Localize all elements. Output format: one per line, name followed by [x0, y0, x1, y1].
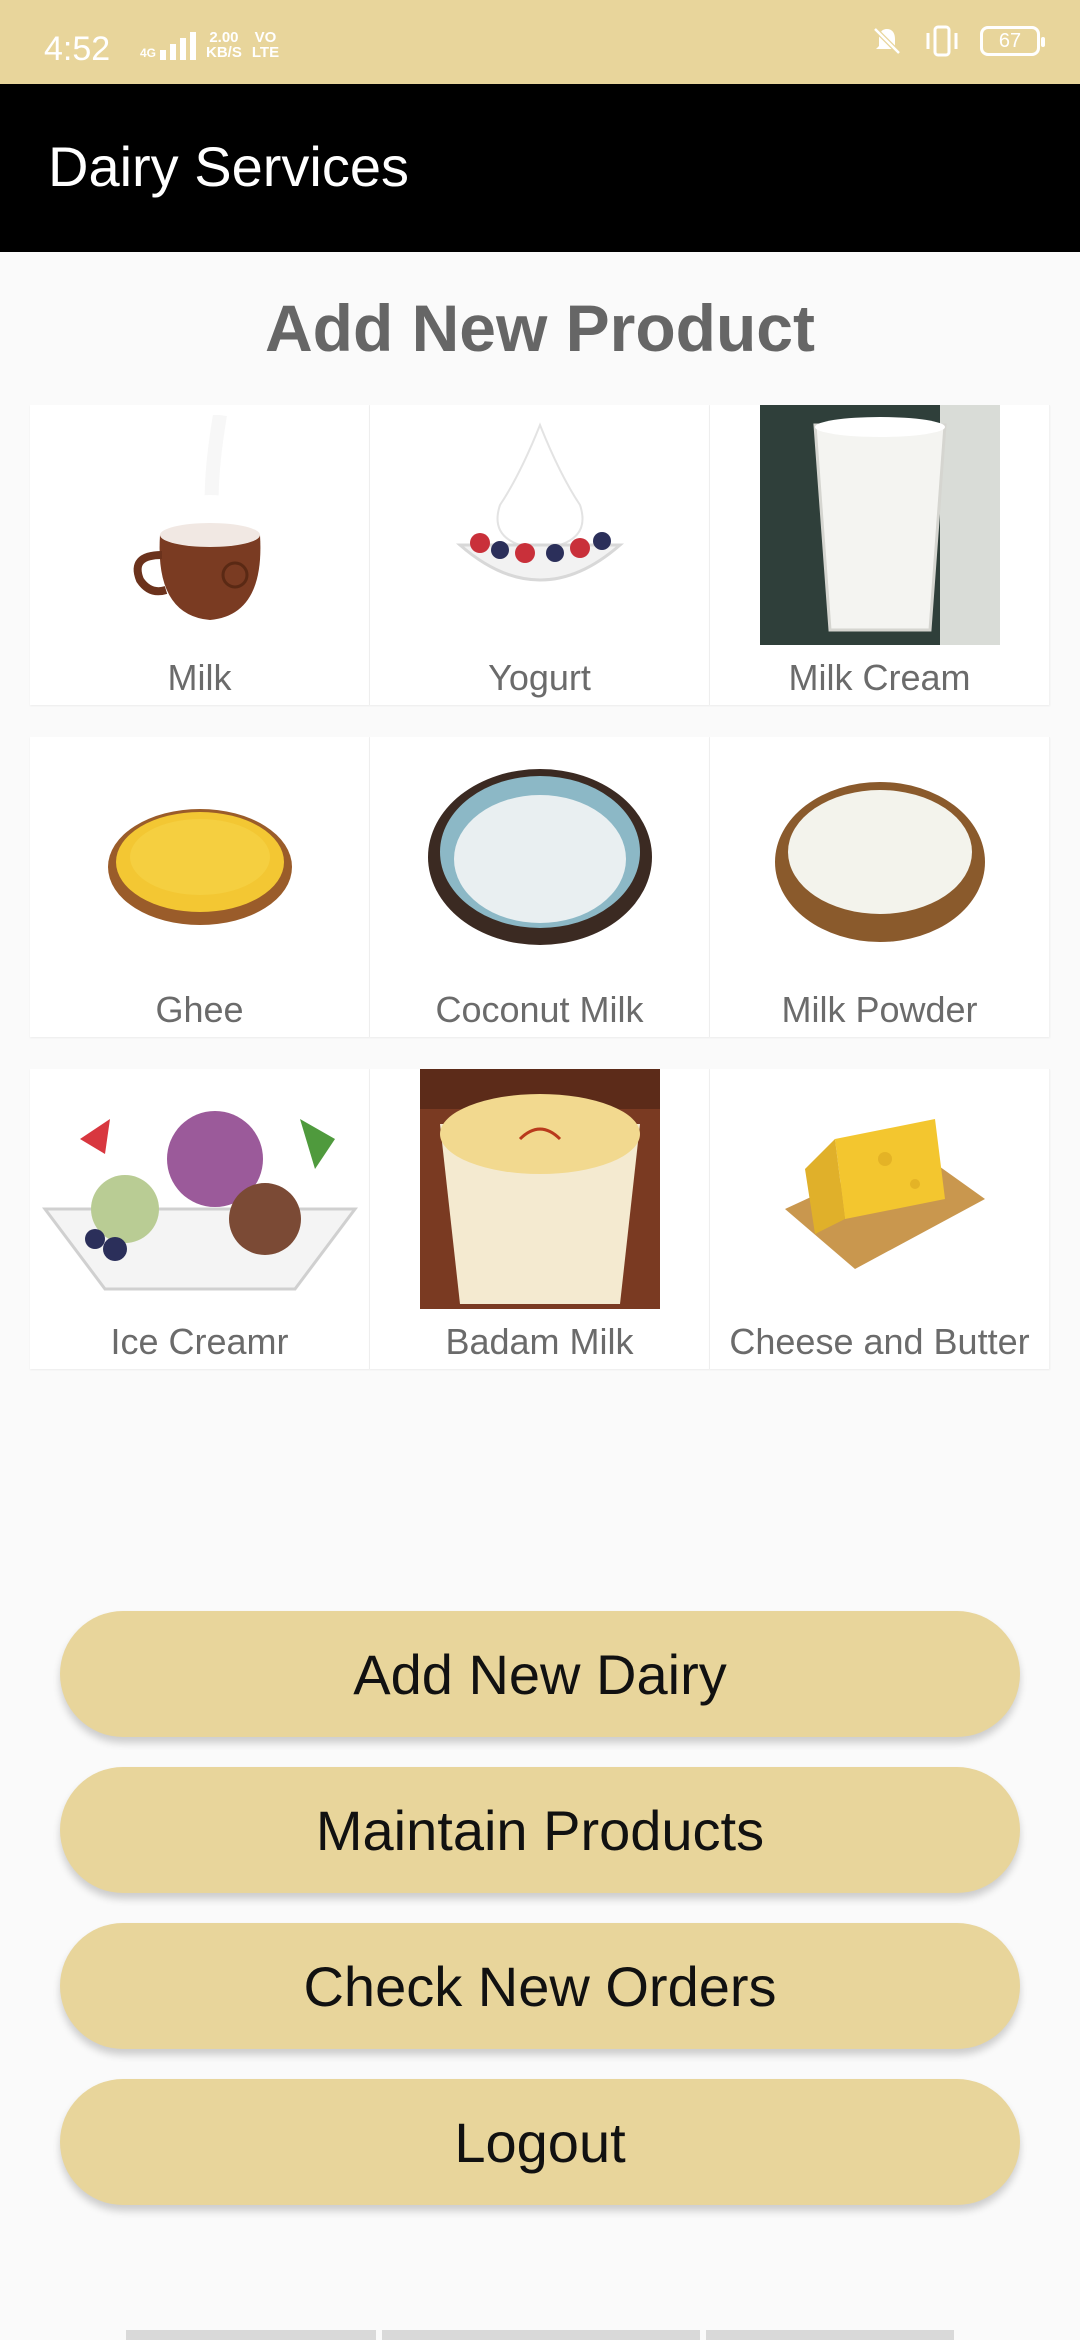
ghee-tart-icon	[80, 737, 320, 977]
product-card-yogurt[interactable]: Yogurt	[370, 405, 710, 705]
product-card-milk-powder[interactable]: Milk Powder	[710, 737, 1050, 1037]
product-card-ghee[interactable]: Ghee	[30, 737, 370, 1037]
volte-top: VO	[254, 29, 277, 46]
milk-cream-glass-icon	[759, 405, 1000, 645]
check-new-orders-button[interactable]: Check New Orders	[60, 1923, 1020, 2049]
product-label: Ghee	[155, 989, 244, 1030]
product-label: Milk	[167, 657, 232, 698]
speed-value: 2.00	[209, 29, 239, 46]
gesture-bar-right	[706, 2330, 954, 2340]
add-new-dairy-button[interactable]: Add New Dairy	[60, 1611, 1020, 1737]
status-bar: 4:52 4G 2.00 KB/S VO LTE 67	[0, 0, 1080, 84]
product-label: Milk Powder	[781, 989, 978, 1030]
product-card-coconut-milk[interactable]: Coconut Milk	[370, 737, 710, 1037]
gesture-bar-center	[382, 2330, 700, 2340]
badam-milk-glass-icon	[419, 1069, 660, 1309]
product-label: Coconut Milk	[435, 989, 644, 1030]
speed-unit: KB/S	[206, 44, 242, 61]
battery-icon: 67	[980, 26, 1045, 56]
product-label: Milk Cream	[788, 657, 971, 698]
mute-icon	[873, 27, 901, 55]
network-type: 4G	[140, 46, 157, 60]
product-label: Cheese and Butter	[729, 1321, 1030, 1362]
product-card-milk-cream[interactable]: Milk Cream	[710, 405, 1050, 705]
status-time: 4:52	[44, 30, 111, 68]
ice-cream-plate-icon	[30, 1069, 370, 1309]
product-row: Ghee Coconut Milk Milk Powder	[30, 737, 1050, 1037]
product-label: Ice Creamr	[110, 1321, 289, 1362]
app-bar: Dairy Services	[0, 84, 1080, 252]
vibrate-icon	[926, 25, 958, 57]
milk-powder-bowl-icon	[760, 737, 1000, 977]
product-row: Ice Creamr Badam Milk Cheese and Butter	[30, 1069, 1050, 1369]
volte-indicator: VO LTE	[252, 30, 279, 60]
signal-icon: 4G	[140, 30, 197, 60]
network-indicators: 4G 2.00 KB/S VO LTE	[140, 30, 279, 60]
product-grid: Milk Yogurt Milk Cream Ghee Coconut Milk…	[30, 405, 1050, 1401]
data-speed: 2.00 KB/S	[206, 30, 242, 60]
cheese-board-icon	[760, 1069, 1000, 1309]
page-title: Add New Product	[264, 291, 815, 365]
coconut-milk-bowl-icon	[420, 737, 660, 977]
gesture-bar-left	[126, 2330, 376, 2340]
product-card-cheese-butter[interactable]: Cheese and Butter	[710, 1069, 1050, 1369]
maintain-products-button[interactable]: Maintain Products	[60, 1767, 1020, 1893]
milk-jug-icon	[80, 405, 320, 645]
product-card-badam-milk[interactable]: Badam Milk	[370, 1069, 710, 1369]
yogurt-bowl-icon	[420, 405, 660, 645]
product-card-milk[interactable]: Milk	[30, 405, 370, 705]
app-title: Dairy Services	[48, 135, 409, 198]
product-row: Milk Yogurt Milk Cream	[30, 405, 1050, 705]
volte-bottom: LTE	[251, 44, 280, 61]
product-card-ice-cream[interactable]: Ice Creamr	[30, 1069, 370, 1369]
status-right: 67	[870, 24, 1045, 58]
product-label: Badam Milk	[445, 1321, 634, 1362]
logout-button[interactable]: Logout	[60, 2079, 1020, 2205]
product-label: Yogurt	[488, 657, 591, 698]
